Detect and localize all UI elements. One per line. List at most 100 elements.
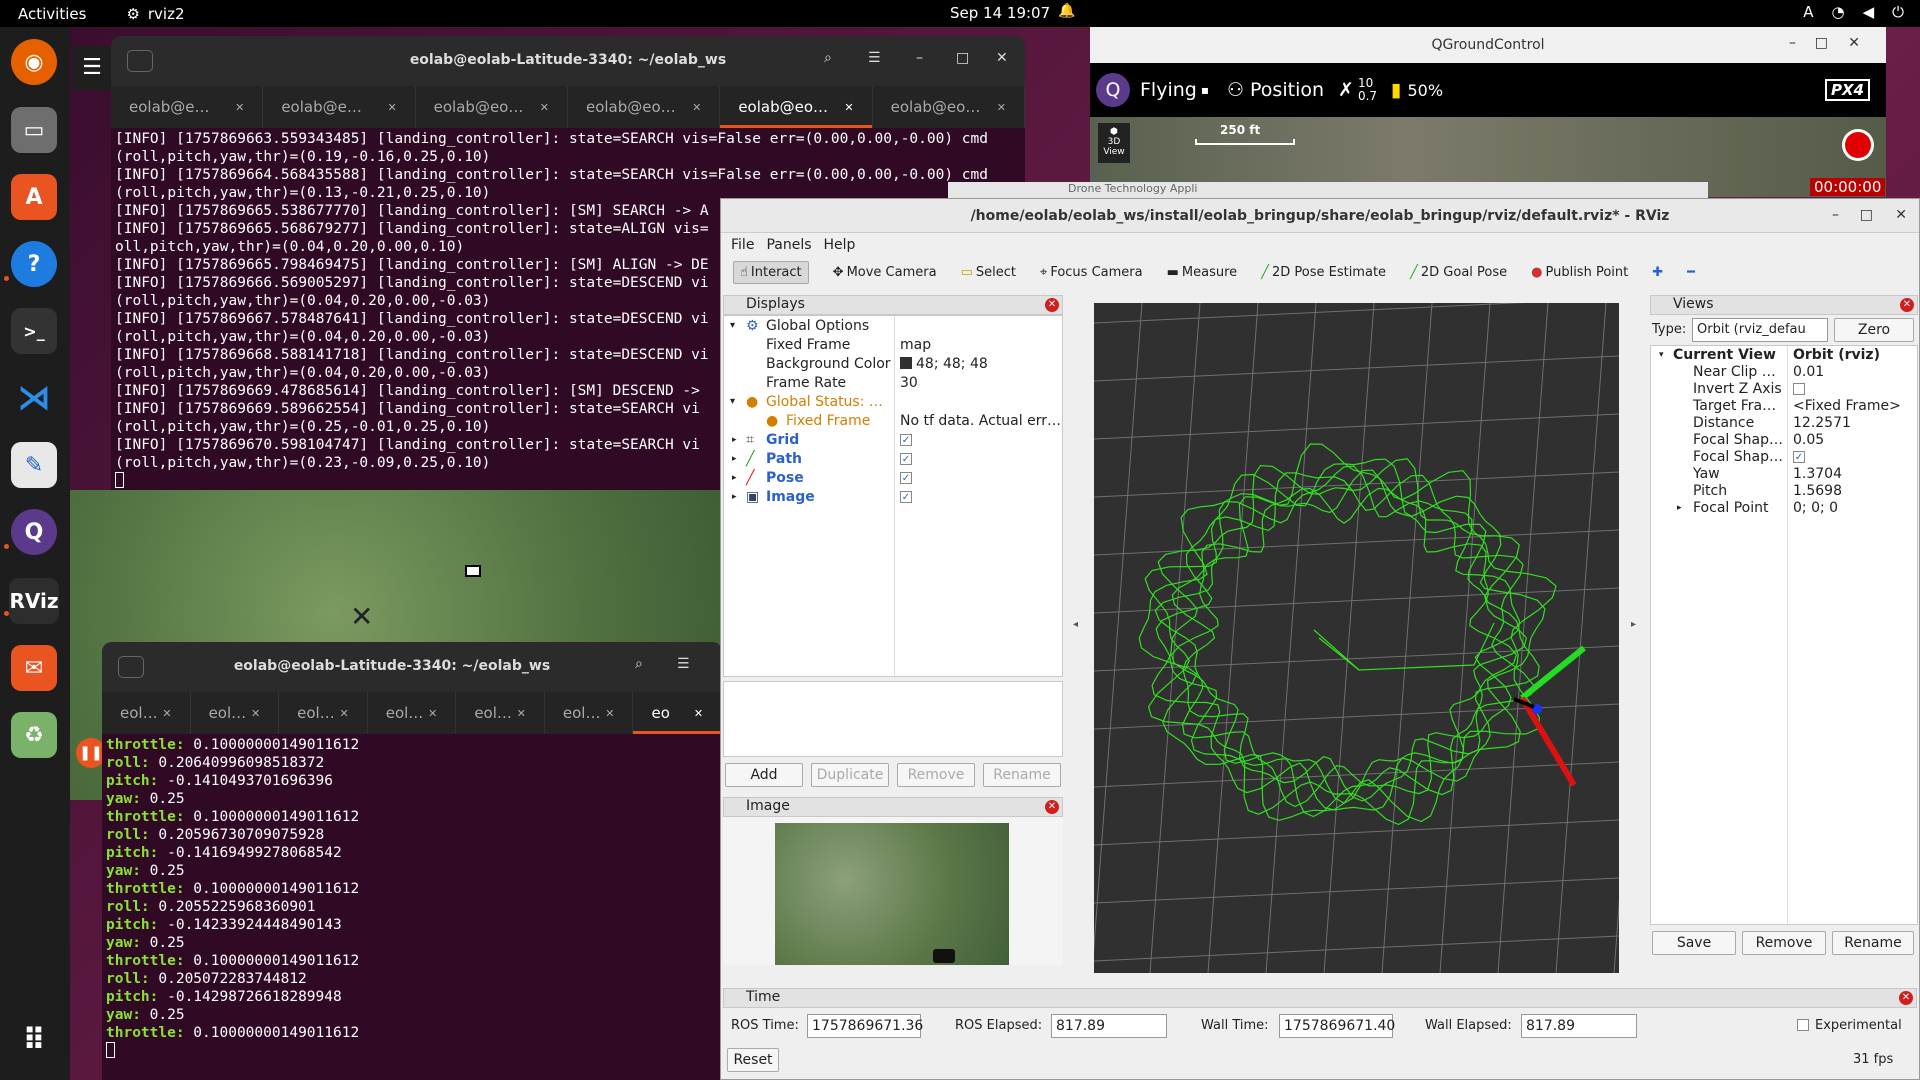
- apps-grid-icon[interactable]: ⠿: [11, 1017, 57, 1063]
- close-tab-icon[interactable]: ✕: [694, 707, 703, 720]
- close-button[interactable]: ✕: [996, 50, 1008, 66]
- remove-tool-button[interactable]: ━: [1687, 265, 1695, 280]
- close-tab-icon[interactable]: ✕: [428, 707, 437, 720]
- select-tool[interactable]: ▭ Select: [961, 265, 1016, 280]
- close-tab-icon[interactable]: ✕: [692, 101, 701, 114]
- files-icon[interactable]: ▭: [11, 107, 57, 153]
- close-tab-icon[interactable]: ✕: [517, 707, 526, 720]
- search-icon[interactable]: ⌕: [824, 50, 832, 66]
- view-property-row[interactable]: Distance 12.2571: [1651, 414, 1917, 431]
- vscode-icon[interactable]: ⋊: [11, 375, 57, 421]
- collapse-right-icon[interactable]: ▸: [1631, 619, 1636, 630]
- qgroundcontrol-icon[interactable]: Q: [11, 509, 57, 555]
- image-view[interactable]: [723, 817, 1063, 965]
- save-button[interactable]: Save: [1652, 931, 1736, 955]
- tree-row-pose[interactable]: ▸ ╱ Pose ✓: [724, 468, 1062, 487]
- minimize-button[interactable]: –: [1789, 35, 1796, 51]
- property-checkbox[interactable]: ✓: [1793, 450, 1805, 463]
- text-editor-icon[interactable]: ✎: [11, 442, 57, 488]
- view-property-row[interactable]: Pitch 1.5698: [1651, 482, 1917, 499]
- view-type-select[interactable]: Orbit (rviz_defau: [1692, 318, 1828, 342]
- close-tab-icon[interactable]: ✕: [997, 101, 1006, 114]
- app-center-icon[interactable]: A: [11, 174, 57, 220]
- reset-button[interactable]: Reset: [727, 1048, 779, 1072]
- terminal-tab[interactable]: eol… ✕: [279, 692, 368, 734]
- rename-button[interactable]: Rename: [983, 763, 1061, 787]
- activities-button[interactable]: Activities: [18, 5, 86, 23]
- close-tab-icon[interactable]: ✕: [235, 101, 244, 114]
- row-value[interactable]: 30: [900, 375, 918, 391]
- terminal-output[interactable]: throttle: 0.10000000149011612 roll: 0.206…: [102, 734, 722, 1065]
- focus-camera-tool[interactable]: ⌖ Focus Camera: [1040, 265, 1143, 280]
- browser-tab[interactable]: Drone Technology Appli: [1068, 182, 1197, 195]
- menu-file[interactable]: File: [731, 237, 754, 253]
- help-icon[interactable]: ?: [11, 241, 57, 287]
- terminal-tab[interactable]: eol… ✕: [368, 692, 457, 734]
- duplicate-button[interactable]: Duplicate: [811, 763, 889, 787]
- enabled-checkbox[interactable]: ✓: [900, 471, 912, 484]
- view-property-row[interactable]: ▸ Focal Point 0; 0; 0: [1651, 499, 1917, 516]
- zero-button[interactable]: Zero: [1834, 318, 1914, 342]
- wifi-icon[interactable]: ◔: [1831, 3, 1844, 21]
- property-value[interactable]: 0.05: [1793, 432, 1824, 448]
- hamburger-menu-icon[interactable]: ☰: [72, 46, 112, 90]
- views-tree[interactable]: ▾ Current View Orbit (rviz) Near Clip … 0.01…: [1650, 345, 1918, 926]
- row-value[interactable]: 48; 48; 48: [916, 356, 988, 372]
- qgc-titlebar[interactable]: QGroundControl – □ ✕: [1090, 27, 1886, 63]
- displays-tree[interactable]: ▾ ⚙ Global Options Fixed Frame map Backgrou…: [723, 315, 1063, 678]
- maximize-button[interactable]: □: [1860, 207, 1873, 223]
- close-button[interactable]: ✕: [1848, 35, 1860, 51]
- close-panel-icon[interactable]: ✕: [1045, 800, 1059, 814]
- collapse-icon[interactable]: ▾: [1659, 350, 1664, 360]
- system-tray[interactable]: A ◔ ◀ ⏻: [1803, 3, 1904, 21]
- terminal-tab[interactable]: eolab@eo… ✕: [416, 86, 568, 128]
- close-panel-icon[interactable]: ✕: [1899, 991, 1913, 1005]
- tree-row-global-status[interactable]: ▾ ● Global Status: …: [724, 392, 1062, 411]
- maximize-button[interactable]: □: [1815, 35, 1828, 51]
- trash-icon[interactable]: ♻: [11, 712, 57, 758]
- pose-estimate-tool[interactable]: ╱ 2D Pose Estimate: [1261, 265, 1386, 280]
- tree-row-grid[interactable]: ▸ ⌗ Grid ✓: [724, 430, 1062, 449]
- enabled-checkbox[interactable]: ✓: [900, 433, 912, 446]
- remove-button[interactable]: Remove: [897, 763, 975, 787]
- measure-tool[interactable]: ▬ Measure: [1167, 265, 1238, 280]
- flight-state[interactable]: Flying: [1140, 79, 1197, 101]
- color-swatch[interactable]: [900, 357, 912, 369]
- property-value[interactable]: 1.3704: [1793, 466, 1842, 482]
- clock[interactable]: Sep 14 19:07: [950, 4, 1050, 22]
- terminal-tab[interactable]: eol… ✕: [102, 692, 191, 734]
- wall-time-field[interactable]: 1757869671.40: [1279, 1014, 1395, 1038]
- 3d-view-button[interactable]: ⬢ 3D View: [1098, 123, 1130, 163]
- tree-row-path[interactable]: ▸ ╱ Path ✓: [724, 449, 1062, 468]
- terminal-tab[interactable]: eolab@eo… ✕: [720, 86, 873, 128]
- record-button[interactable]: [1842, 129, 1874, 161]
- firefox-icon[interactable]: ◉: [11, 39, 57, 85]
- property-value[interactable]: <Fixed Frame>: [1793, 398, 1901, 414]
- tree-row-frame-rate[interactable]: Frame Rate 30: [724, 373, 1062, 392]
- message-icon[interactable]: ▪: [1201, 83, 1209, 97]
- close-button[interactable]: ✕: [1895, 207, 1907, 223]
- rviz-icon[interactable]: RViz: [9, 578, 59, 624]
- goal-pose-tool[interactable]: ╱ 2D Goal Pose: [1410, 265, 1507, 280]
- tree-row-global-options[interactable]: ▾ ⚙ Global Options: [724, 316, 1062, 335]
- close-tab-icon[interactable]: ✕: [162, 707, 171, 720]
- terminal-tab[interactable]: eolab@e… ✕: [111, 86, 264, 128]
- browser-tab-strip[interactable]: Drone Technology Appli: [948, 182, 1708, 198]
- view-property-row[interactable]: ▾ Current View Orbit (rviz): [1651, 346, 1917, 363]
- minimize-button[interactable]: –: [1832, 207, 1839, 223]
- collapse-icon[interactable]: ▾: [730, 396, 735, 407]
- minimize-button[interactable]: –: [916, 50, 923, 66]
- menu-panels[interactable]: Panels: [766, 237, 811, 253]
- terminal-window-2[interactable]: eolab@eolab-Latitude-3340: ~/eolab_ws ⌕ …: [102, 642, 722, 1080]
- menu-icon[interactable]: ☰: [868, 50, 881, 66]
- expand-icon[interactable]: ▸: [732, 435, 737, 445]
- add-button[interactable]: Add: [725, 763, 803, 787]
- rviz-window[interactable]: /home/eolab/eolab_ws/install/eolab_bring…: [720, 198, 1920, 1080]
- add-tool-button[interactable]: ✚: [1652, 265, 1663, 280]
- terminal-tab[interactable]: eol… ✕: [456, 692, 545, 734]
- tree-row-bg-color[interactable]: Background Color 48; 48; 48: [724, 354, 1062, 373]
- qgc-logo-icon[interactable]: Q: [1096, 73, 1130, 107]
- publish-point-tool[interactable]: ● Publish Point: [1531, 265, 1628, 280]
- property-checkbox[interactable]: [1793, 382, 1805, 395]
- close-panel-icon[interactable]: ✕: [1900, 298, 1914, 312]
